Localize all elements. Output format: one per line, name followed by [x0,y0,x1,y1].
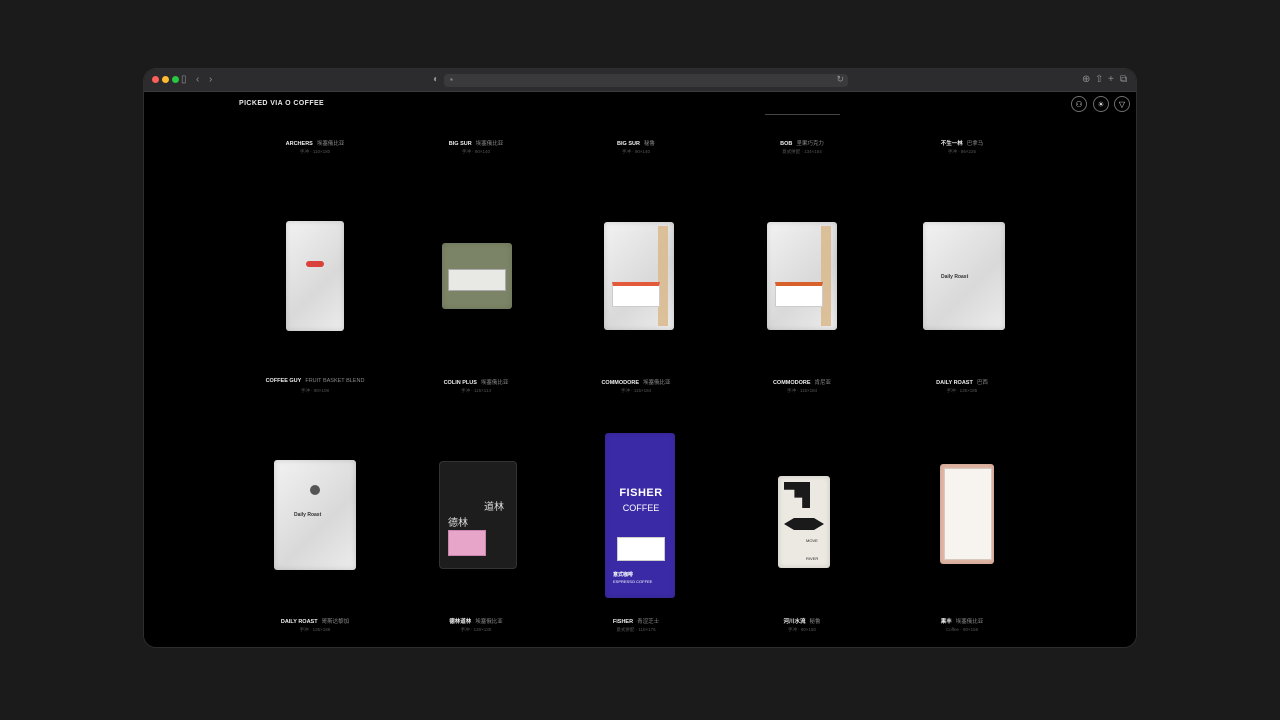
product-title: 不生一林 巴拿马 [940,141,984,147]
filter-icon[interactable]: ▽ [1114,96,1130,112]
browser-toolbar: ▯ ‹ › ◐ ▪ ↻ ⊕ ⇧ + ⧉ [144,69,1136,92]
product-title: BOB 坚果巧克力 [780,141,824,147]
bag-label [775,282,823,307]
sidebar-icon[interactable]: ▯ [181,73,187,87]
graphic-shape [784,518,824,530]
product-image-river[interactable]: MOVE RIVER [778,476,830,568]
kraft-strip [658,226,668,326]
product-title: COLIN PLUS 埃塞俄比亚 [443,380,509,386]
close-window-button[interactable] [152,76,159,83]
product-image-big-sur[interactable] [442,243,512,309]
product-meta: 手冲 · 90×140 [461,149,491,154]
reload-icon[interactable]: ↻ [836,74,844,85]
product-title: COFFEE GUY FRUIT BASKET BLEND [265,378,365,384]
product-title: DAILY ROAST 巴西 [936,380,988,386]
product-meta: 手冲 · 115×114 [461,388,491,393]
product-title: BIG SUR 秘鲁 [617,141,655,147]
product-image-bob[interactable] [767,222,837,330]
product-title: 果丰 埃塞俄比亚 [940,619,984,625]
bag-text: COFFEE [622,503,660,513]
product-image-fisher[interactable]: FISHER COFFEE 意式咖啡 ESPRESSO COFFEE [605,433,675,598]
sun-icon[interactable]: ☀ [1093,96,1109,112]
product-title: ARCHERS 埃塞俄比亚 [285,141,345,147]
minimize-window-button[interactable] [162,76,169,83]
valve-icon [310,485,320,495]
product-meta: 手冲 · 90×140 [621,149,651,154]
product-meta: 手冲 · 115×184 [620,388,652,393]
user-icon[interactable]: ⚇ [1071,96,1087,112]
product-meta: 手冲 · 90×150 [787,627,817,632]
product-title: COMMODORE 肯尼亚 [772,380,832,386]
page-content: PICKED VIA O COFFEE ⚇ ☀ ▽ ARCHERS 埃塞俄比亚 手… [144,92,1136,647]
product-title: 河川水流 秘鲁 [783,619,821,625]
bag-label [448,269,506,291]
brand-logo [306,261,324,267]
product-meta: 手冲 · 86×226 [947,149,977,154]
bag-text: ESPRESSO COFFEE [613,579,653,584]
product-meta: 意式拼配 · 134×164 [782,149,822,154]
chevron-left-icon[interactable]: ‹ [196,73,199,87]
product-meta: Coffee · 90×155 [945,627,979,632]
product-meta: 手冲 · 130×130 [460,627,492,632]
bag-text: Daily Roast [941,274,969,280]
bag-label [617,537,665,561]
product-title: DAILY ROAST 哥斯达黎加 [280,619,350,625]
new-tab-icon[interactable]: + [1108,73,1114,87]
product-title: 德林道林 埃塞俄比亚 [449,619,503,625]
tabs-overview-icon[interactable]: ⧉ [1120,73,1127,87]
product-meta: 手冲 · 115×184 [786,388,818,393]
bag-text: RIVER [806,556,819,561]
product-meta: 意式拼配 · 110×176 [616,627,656,632]
product-title: COMMODORE 埃塞俄比亚 [601,380,671,386]
product-meta: 手冲 · 135×188 [299,627,331,632]
chevron-right-icon[interactable]: › [209,73,212,87]
bag-label [612,282,660,307]
address-bar[interactable]: ▪ ↻ [444,74,848,87]
bag-label [944,468,992,560]
product-image-archers[interactable] [286,221,344,331]
product-meta: 手冲 · 135×185 [946,388,978,393]
product-title: BIG SUR 埃塞俄比亚 [448,141,504,147]
product-image-daily-roast[interactable]: Daily Roast [274,460,356,570]
bag-text: Daily Roast [294,512,322,518]
product-image-delin[interactable]: 德林 道林 [440,462,516,568]
browser-window: ▯ ‹ › ◐ ▪ ↻ ⊕ ⇧ + ⧉ PICKED VIA O COFFEE … [144,69,1136,647]
product-image-big-sur-2[interactable] [604,222,674,330]
product-image-guofeng[interactable] [940,464,994,564]
product-image-buyilin[interactable]: Daily Roast [923,222,1005,330]
bag-text: MOVE [806,538,818,543]
zoom-window-button[interactable] [172,76,179,83]
translate-icon[interactable]: ⊕ [1082,73,1090,87]
graphic-shape [784,482,810,508]
bag-text: FISHER [619,487,663,499]
product-meta: 手冲 · 110×180 [299,149,331,154]
active-filter-indicator [765,114,840,115]
kraft-strip [821,226,831,326]
bag-text: 德林 [448,518,468,529]
shield-icon[interactable]: ◐ [433,73,439,87]
product-meta: 手冲 · 90×108 [300,388,330,393]
bag-text: 意式咖啡 [613,572,634,578]
share-icon[interactable]: ⇧ [1095,73,1103,87]
bag-text: 道林 [484,502,504,513]
lock-icon: ▪ [450,75,453,84]
product-title: FISHER 青涩芝士 [612,619,660,625]
bag-label [448,530,486,556]
site-title[interactable]: PICKED VIA O COFFEE [239,100,324,107]
